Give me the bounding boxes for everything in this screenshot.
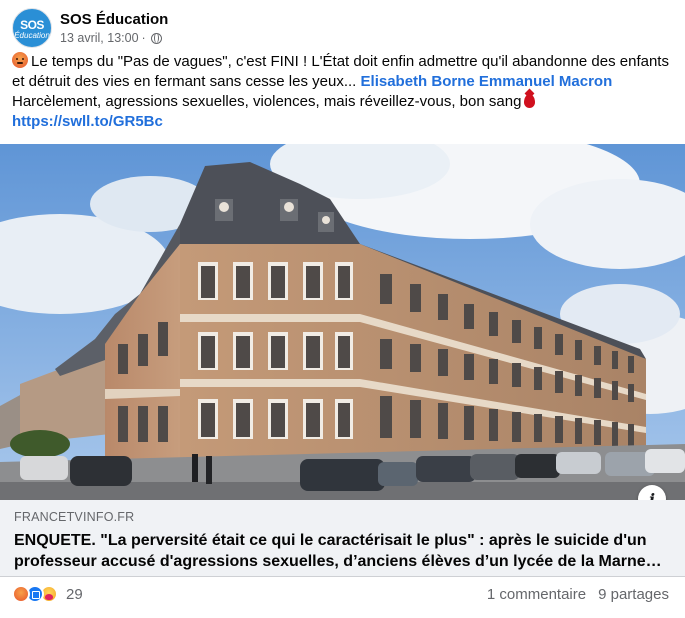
link-domain: FRANCETVINFO.FR	[14, 510, 135, 524]
post-subline: 13 avril, 13:00 ·	[60, 30, 168, 47]
engagement-stats: 1 commentaire 9 partages	[487, 586, 669, 603]
avatar-logo-text: SOS	[20, 18, 44, 32]
mention-elisabeth-borne[interactable]: Elisabeth Borne	[361, 73, 475, 90]
facebook-post: SOS Éducation SOS Éducation 13 avril, 13…	[0, 0, 685, 618]
post-paragraph-3: https://swll.to/GR5Bc	[12, 112, 677, 132]
reaction-count[interactable]: 29	[66, 586, 83, 603]
post-text-line2: Harcèlement, agressions sexuelles, viole…	[12, 93, 522, 110]
post-meta: SOS Éducation 13 avril, 13:00 ·	[60, 10, 168, 47]
post-text: Le temps du "Pas de vagues", c'est FINI …	[12, 52, 677, 132]
globe-icon[interactable]	[150, 32, 162, 44]
shares-count-link[interactable]: 9 partages	[598, 586, 669, 603]
angry-reaction-icon	[12, 585, 30, 603]
page-avatar[interactable]: SOS Éducation	[12, 8, 52, 48]
separator-dot: ·	[141, 30, 146, 45]
reaction-summary[interactable]: 29	[12, 585, 83, 603]
link-headline[interactable]: ENQUETE. "La perversité était ce qui le …	[14, 530, 671, 572]
link-preview-card[interactable]: FRANCETVINFO.FR ENQUETE. "La perversité …	[0, 500, 685, 577]
post-paragraph-1: Le temps du "Pas de vagues", c'est FINI …	[12, 52, 677, 92]
post-paragraph-2: Harcèlement, agressions sexuelles, viole…	[12, 92, 677, 112]
mention-emmanuel-macron[interactable]: Emmanuel Macron	[479, 73, 612, 90]
avatar-logo-subtext: Éducation	[14, 31, 50, 40]
post-footer: 29 1 commentaire 9 partages	[0, 578, 685, 610]
blood-drop-emoji-icon	[524, 94, 536, 108]
angry-emoji-icon	[12, 52, 28, 68]
link-preview-image[interactable]	[0, 144, 685, 500]
school-building-photo	[0, 144, 685, 500]
post-header: SOS Éducation SOS Éducation 13 avril, 13…	[12, 6, 168, 50]
post-url-link[interactable]: https://swll.to/GR5Bc	[12, 113, 163, 130]
page-name-link[interactable]: SOS Éducation	[60, 10, 168, 30]
comments-count-link[interactable]: 1 commentaire	[487, 586, 586, 603]
post-timestamp[interactable]: 13 avril, 13:00	[60, 30, 139, 47]
